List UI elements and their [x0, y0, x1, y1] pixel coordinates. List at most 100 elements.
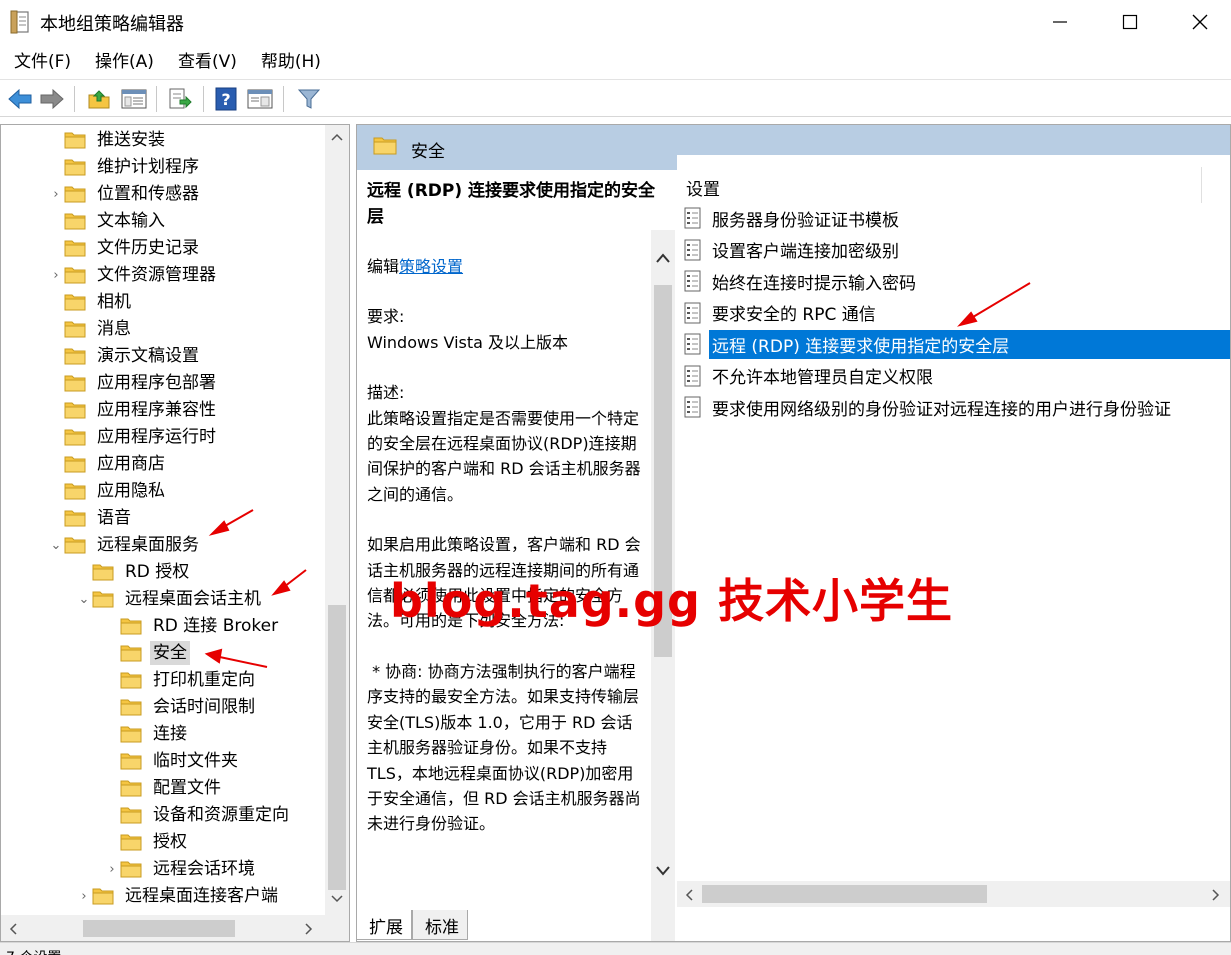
tree-item[interactable]: 安全: [104, 640, 190, 666]
setting-row[interactable]: 设置客户端连接加密级别: [683, 235, 1230, 265]
tree-item[interactable]: 打印机重定向: [104, 667, 258, 693]
up-folder-button[interactable]: [85, 85, 113, 113]
export-list-button[interactable]: [166, 85, 194, 113]
tree-item[interactable]: 应用商店: [48, 451, 168, 477]
menu-action[interactable]: 操作(A): [83, 46, 166, 78]
tree-item[interactable]: RD 连接 Broker: [104, 613, 281, 639]
tree-item-label: 连接: [153, 724, 187, 744]
tree-item[interactable]: 应用程序运行时: [48, 424, 219, 450]
tree-item[interactable]: 推送安装: [48, 127, 168, 153]
view-tabs: 扩展 标准: [356, 910, 468, 940]
tree-item[interactable]: 语音: [48, 505, 134, 531]
tree-item-label: 打印机重定向: [153, 670, 255, 690]
tree-item[interactable]: ⌄ 远程桌面服务: [48, 532, 202, 558]
expand-icon[interactable]: ›: [48, 268, 64, 283]
help-button[interactable]: ?: [212, 85, 240, 113]
policy-setting-icon: [683, 333, 703, 355]
tree-item[interactable]: 应用程序兼容性: [48, 397, 219, 423]
tree-item[interactable]: 应用隐私: [48, 478, 168, 504]
tree-item[interactable]: 维护计划程序: [48, 154, 202, 180]
setting-row[interactable]: 服务器身份验证证书模板: [683, 203, 1230, 233]
tree-item-label: 演示文稿设置: [97, 346, 199, 366]
tree-item[interactable]: › 远程桌面连接客户端: [76, 883, 281, 909]
collapse-icon[interactable]: ⌄: [48, 538, 64, 553]
forward-button[interactable]: [38, 85, 66, 113]
tree-item[interactable]: › 位置和传感器: [48, 181, 202, 207]
back-button[interactable]: [6, 85, 34, 113]
menu-help[interactable]: 帮助(H): [249, 46, 333, 78]
folder-icon: [64, 347, 86, 365]
filter-button[interactable]: [295, 85, 323, 113]
maximize-button[interactable]: [1095, 0, 1165, 44]
expand-icon[interactable]: ›: [104, 862, 120, 877]
scroll-down-icon[interactable]: [331, 895, 343, 903]
collapse-icon[interactable]: ⌄: [76, 592, 92, 607]
tree-item[interactable]: 设备和资源重定向: [104, 802, 292, 828]
setting-row[interactable]: 远程 (RDP) 连接要求使用指定的安全层: [683, 329, 1230, 359]
close-button[interactable]: [1165, 0, 1231, 44]
setting-name: 远程 (RDP) 连接要求使用指定的安全层: [709, 329, 1230, 359]
list-horizontal-scrollbar[interactable]: [677, 881, 1230, 907]
scroll-right-icon[interactable]: [305, 923, 313, 935]
tree-item[interactable]: 配置文件: [104, 775, 224, 801]
tree-item[interactable]: 文件历史记录: [48, 235, 202, 261]
expand-icon[interactable]: ›: [48, 187, 64, 202]
folder-icon: [92, 590, 114, 608]
edit-policy-link[interactable]: 策略设置: [399, 257, 463, 276]
setting-row[interactable]: 不允许本地管理员自定义权限: [683, 361, 1230, 391]
svg-text:?: ?: [221, 90, 230, 109]
tree-item-label: RD 授权: [125, 562, 190, 582]
settings-column-header[interactable]: 设置: [686, 175, 720, 200]
list-horizontal-scroll-thumb[interactable]: [702, 885, 987, 903]
tree-item[interactable]: 相机: [48, 289, 134, 315]
tab-standard[interactable]: 标准: [412, 910, 468, 940]
tree-item-label: 推送安装: [97, 130, 165, 150]
requirement-block: 要求: Windows Vista 及以上版本: [367, 304, 647, 355]
properties-button[interactable]: [246, 85, 274, 113]
menu-file[interactable]: 文件(F): [0, 46, 83, 78]
scroll-left-icon[interactable]: [9, 923, 17, 935]
show-hide-tree-button[interactable]: [120, 85, 148, 113]
tree-item[interactable]: RD 授权: [76, 559, 192, 585]
scroll-left-icon[interactable]: [685, 889, 693, 901]
expand-icon[interactable]: ›: [76, 889, 92, 904]
tree-item-label: 临时文件夹: [153, 751, 238, 771]
tree-item[interactable]: › 文件资源管理器: [48, 262, 219, 288]
tree-item[interactable]: 授权: [104, 829, 190, 855]
tab-extended[interactable]: 扩展: [356, 910, 412, 940]
setting-row[interactable]: 要求使用网络级别的身份验证对远程连接的用户进行身份验证: [683, 392, 1230, 422]
toolbar-separator: [74, 86, 75, 112]
tree-item[interactable]: 会话时间限制: [104, 694, 258, 720]
scroll-up-icon[interactable]: [655, 252, 671, 264]
scroll-right-icon[interactable]: [1212, 889, 1220, 901]
setting-row[interactable]: 始终在连接时提示输入密码: [683, 266, 1230, 296]
tree-vertical-scroll-thumb[interactable]: [328, 605, 346, 890]
tree-item[interactable]: 文本输入: [48, 208, 168, 234]
tree-item[interactable]: 演示文稿设置: [48, 343, 202, 369]
column-divider[interactable]: [1201, 167, 1202, 203]
tree-item[interactable]: 消息: [48, 316, 134, 342]
tree-horizontal-scrollbar[interactable]: [1, 915, 349, 941]
folder-icon: [64, 239, 86, 257]
scroll-up-icon[interactable]: [331, 133, 343, 141]
folder-icon: [64, 536, 86, 554]
tree-item[interactable]: ⌄ 远程桌面会话主机: [76, 586, 264, 612]
scroll-down-icon[interactable]: [655, 865, 671, 877]
status-text: 7 个设置: [6, 947, 61, 955]
menu-view[interactable]: 查看(V): [166, 46, 249, 78]
tree-item-label: 远程桌面服务: [97, 535, 199, 555]
folder-icon: [373, 137, 397, 155]
tree-vertical-scrollbar[interactable]: [325, 125, 349, 915]
folder-icon: [64, 185, 86, 203]
toolbar-separator: [156, 86, 157, 112]
tree-horizontal-scroll-thumb[interactable]: [83, 920, 235, 937]
tree-item-label: 相机: [97, 292, 131, 312]
folder-icon: [92, 887, 114, 905]
setting-row[interactable]: 要求安全的 RPC 通信: [683, 298, 1230, 328]
tree-item[interactable]: 连接: [104, 721, 190, 747]
tree-item[interactable]: › 远程会话环境: [104, 856, 258, 882]
close-icon: [1192, 14, 1208, 30]
minimize-button[interactable]: [1025, 0, 1095, 44]
tree-item[interactable]: 应用程序包部署: [48, 370, 219, 396]
tree-item[interactable]: 临时文件夹: [104, 748, 241, 774]
